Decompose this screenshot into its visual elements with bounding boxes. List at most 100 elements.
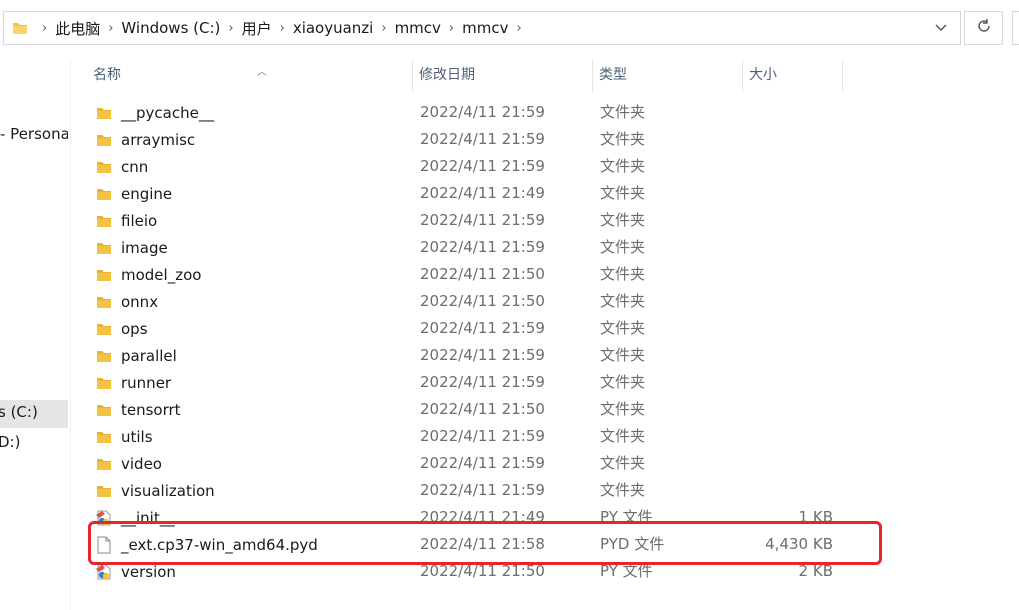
breadcrumb-chevron-icon[interactable]: › bbox=[42, 21, 47, 36]
file-type: 文件夹 bbox=[600, 184, 646, 202]
file-name-cell[interactable]: onnx bbox=[95, 288, 158, 315]
file-name-cell[interactable]: ops bbox=[95, 315, 148, 342]
file-name-cell[interactable]: parallel bbox=[95, 342, 177, 369]
file-row[interactable]: image 2022/4/11 21:59 文件夹 bbox=[75, 234, 1019, 261]
file-name: _ext.cp37-win_amd64.pyd bbox=[121, 535, 318, 554]
file-name: cnn bbox=[121, 157, 149, 176]
breadcrumb-chevron-icon[interactable]: › bbox=[516, 21, 521, 36]
breadcrumb-item[interactable]: xiaoyuanzi bbox=[293, 19, 374, 37]
folder-icon bbox=[95, 482, 113, 500]
file-name-cell[interactable]: fileio bbox=[95, 207, 157, 234]
nav-item[interactable]: - Persona bbox=[0, 122, 68, 150]
file-row[interactable]: engine 2022/4/11 21:49 文件夹 bbox=[75, 180, 1019, 207]
breadcrumb-item[interactable]: Windows (C:) bbox=[121, 19, 220, 37]
file-name-cell[interactable]: version bbox=[95, 558, 176, 585]
file-row[interactable]: visualization 2022/4/11 21:59 文件夹 bbox=[75, 477, 1019, 504]
refresh-button[interactable] bbox=[964, 11, 1003, 45]
nav-item-label: s (C:) bbox=[0, 403, 38, 421]
file-name-cell[interactable]: runner bbox=[95, 369, 171, 396]
breadcrumb-chevron-icon[interactable]: › bbox=[108, 21, 113, 36]
file-name-cell[interactable]: tensorrt bbox=[95, 396, 181, 423]
file-name-cell[interactable]: cnn bbox=[95, 153, 148, 180]
file-name: version bbox=[121, 562, 176, 581]
file-type: PY 文件 bbox=[600, 508, 653, 526]
breadcrumb-chevron-icon[interactable]: › bbox=[280, 21, 285, 36]
breadcrumb-item[interactable]: mmcv bbox=[462, 19, 508, 37]
column-header-size[interactable]: 大小 bbox=[743, 60, 843, 92]
file-modified-date: 2022/4/11 21:59 bbox=[420, 238, 545, 256]
column-headers: 名称 ︿ 修改日期 类型 大小 bbox=[75, 60, 1019, 92]
file-modified-date: 2022/4/11 21:50 bbox=[420, 400, 545, 418]
breadcrumb-item[interactable]: 此电脑 bbox=[55, 18, 100, 39]
file-modified-date: 2022/4/11 21:59 bbox=[420, 211, 545, 229]
file-name: onnx bbox=[121, 292, 159, 311]
file-type: 文件夹 bbox=[600, 427, 646, 445]
folder-icon bbox=[95, 320, 113, 338]
file-name: image bbox=[121, 238, 168, 257]
file-name-cell[interactable]: model_zoo bbox=[95, 261, 201, 288]
folder-icon bbox=[95, 266, 113, 284]
file-name: runner bbox=[121, 373, 172, 392]
file-modified-date: 2022/4/11 21:49 bbox=[420, 508, 545, 526]
folder-icon bbox=[95, 158, 113, 176]
file-row[interactable]: onnx 2022/4/11 21:50 文件夹 bbox=[75, 288, 1019, 315]
address-bar[interactable]: › 此电脑 › Windows (C:) › 用户 › xiaoyuanzi › mmcv › mmc… bbox=[3, 11, 961, 45]
file-row[interactable]: __init__ 2022/4/11 21:49 PY 文件 1 KB bbox=[75, 504, 1019, 531]
file-row[interactable]: video 2022/4/11 21:59 文件夹 bbox=[75, 450, 1019, 477]
file-row[interactable]: parallel 2022/4/11 21:59 文件夹 bbox=[75, 342, 1019, 369]
file-row[interactable]: fileio 2022/4/11 21:59 文件夹 bbox=[75, 207, 1019, 234]
file-name-cell[interactable]: visualization bbox=[95, 477, 215, 504]
file-name-cell[interactable]: __init__ bbox=[95, 504, 175, 531]
file-type: 文件夹 bbox=[600, 481, 646, 499]
file-name-cell[interactable]: arraymisc bbox=[95, 126, 195, 153]
file-row[interactable]: runner 2022/4/11 21:59 文件夹 bbox=[75, 369, 1019, 396]
file-name-cell[interactable]: image bbox=[95, 234, 168, 261]
column-header-type[interactable]: 类型 bbox=[593, 60, 743, 92]
sort-ascending-icon: ︿ bbox=[257, 67, 267, 78]
folder-icon bbox=[95, 293, 113, 311]
folder-icon bbox=[95, 374, 113, 392]
file-row[interactable]: tensorrt 2022/4/11 21:50 文件夹 bbox=[75, 396, 1019, 423]
file-name: parallel bbox=[121, 346, 177, 365]
breadcrumb-item[interactable]: mmcv bbox=[395, 19, 441, 37]
file-name: ops bbox=[121, 319, 148, 338]
file-row[interactable]: model_zoo 2022/4/11 21:50 文件夹 bbox=[75, 261, 1019, 288]
breadcrumb-chevron-icon[interactable]: › bbox=[449, 21, 454, 36]
file-name: visualization bbox=[121, 481, 215, 500]
file-modified-date: 2022/4/11 21:59 bbox=[420, 130, 545, 148]
file-name: __pycache__ bbox=[121, 103, 214, 122]
file-modified-date: 2022/4/11 21:59 bbox=[420, 346, 545, 364]
file-row[interactable]: utils 2022/4/11 21:59 文件夹 bbox=[75, 423, 1019, 450]
column-header-size-label: 大小 bbox=[749, 67, 777, 83]
file-row[interactable]: version 2022/4/11 21:50 PY 文件 2 KB bbox=[75, 558, 1019, 585]
breadcrumb-chevron-icon[interactable]: › bbox=[381, 21, 386, 36]
nav-item[interactable]: s (C:) bbox=[0, 400, 68, 428]
file-row[interactable]: cnn 2022/4/11 21:59 文件夹 bbox=[75, 153, 1019, 180]
file-type: 文件夹 bbox=[600, 319, 646, 337]
file-name-cell[interactable]: _ext.cp37-win_amd64.pyd bbox=[95, 531, 318, 558]
breadcrumb-item[interactable]: 用户 bbox=[242, 18, 272, 39]
file-name: tensorrt bbox=[121, 400, 181, 419]
search-box[interactable] bbox=[1012, 11, 1019, 45]
file-name-cell[interactable]: engine bbox=[95, 180, 172, 207]
file-row[interactable]: arraymisc 2022/4/11 21:59 文件夹 bbox=[75, 126, 1019, 153]
column-header-date[interactable]: 修改日期 bbox=[413, 60, 593, 92]
file-row[interactable]: _ext.cp37-win_amd64.pyd 2022/4/11 21:58 PY… bbox=[75, 531, 1019, 558]
column-header-name[interactable]: 名称 ︿ bbox=[87, 60, 413, 92]
file-row[interactable]: ops 2022/4/11 21:59 文件夹 bbox=[75, 315, 1019, 342]
file-row[interactable]: __pycache__ 2022/4/11 21:59 文件夹 bbox=[75, 99, 1019, 126]
file-modified-date: 2022/4/11 21:59 bbox=[420, 319, 545, 337]
file-name-cell[interactable]: __pycache__ bbox=[95, 99, 214, 126]
nav-item[interactable]: D:) bbox=[0, 430, 68, 458]
file-size: 1 KB bbox=[798, 508, 833, 526]
file-modified-date: 2022/4/11 21:59 bbox=[420, 157, 545, 175]
file-name-cell[interactable]: utils bbox=[95, 423, 153, 450]
file-modified-date: 2022/4/11 21:59 bbox=[420, 373, 545, 391]
breadcrumb-chevron-icon[interactable]: › bbox=[228, 21, 233, 36]
address-history-dropdown[interactable] bbox=[926, 12, 956, 44]
file-name-cell[interactable]: video bbox=[95, 450, 162, 477]
folder-icon bbox=[95, 131, 113, 149]
file-type: 文件夹 bbox=[600, 454, 646, 472]
file-name: utils bbox=[121, 427, 153, 446]
file-modified-date: 2022/4/11 21:58 bbox=[420, 535, 545, 553]
